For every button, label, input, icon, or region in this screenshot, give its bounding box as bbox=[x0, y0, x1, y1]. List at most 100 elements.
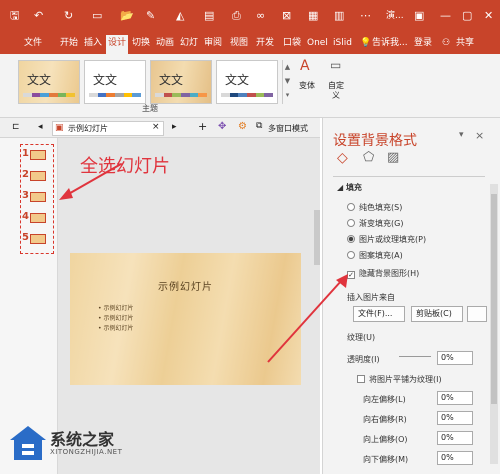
effects-icon[interactable]: ⬠ bbox=[363, 150, 374, 165]
multiwindow-icon[interactable]: ⧉ bbox=[256, 121, 262, 131]
clipboard-button[interactable]: 剪贴板(C) bbox=[411, 306, 463, 322]
align-icon[interactable]: ▦ bbox=[308, 9, 318, 23]
fill-section-header[interactable]: ◢ 填充 bbox=[337, 182, 362, 193]
offset-label: 向左偏移(L) bbox=[363, 395, 406, 404]
fill-icon[interactable]: ◇ bbox=[337, 150, 348, 166]
radio-picture[interactable] bbox=[347, 235, 355, 243]
tab-islide[interactable]: iSlid bbox=[333, 36, 352, 50]
more-icon[interactable]: ⋯ bbox=[360, 9, 371, 23]
slides-pane-icon[interactable]: ⊏ bbox=[12, 122, 20, 132]
theme-thumbnail-3[interactable]: 文文 bbox=[150, 60, 212, 104]
tab-slideshow[interactable]: 幻灯 bbox=[180, 36, 198, 50]
fill-option-pattern[interactable]: 图案填充(A) bbox=[347, 250, 403, 261]
share-button[interactable]: 共享 bbox=[456, 36, 474, 50]
theme-swatches bbox=[155, 93, 208, 97]
settings-icon[interactable]: ✥ bbox=[218, 121, 226, 132]
ribbon-tabs: 文件 开始 插入 设计 切换 动画 幻灯 审阅 视图 开发 口袋 Onel iS… bbox=[0, 32, 500, 54]
title-bar: 🖫 ↶ ↻ ▭ 📂 ✎ ◭ ▤ ⎙ ∞ ⊠ ▦ ▥ ⋯ 演... ▣ — ▢ ✕ bbox=[0, 0, 500, 32]
variant-icon[interactable]: A bbox=[300, 58, 310, 74]
chart-icon[interactable]: ▥ bbox=[334, 9, 344, 23]
tab-review[interactable]: 审阅 bbox=[204, 36, 222, 50]
crop-icon[interactable]: ⊠ bbox=[282, 9, 291, 23]
picture-icon[interactable]: ▨ bbox=[387, 150, 399, 165]
offset-input[interactable]: 0% bbox=[437, 451, 473, 465]
offset-input[interactable]: 0% bbox=[437, 431, 473, 445]
gear-icon[interactable]: ⚙ bbox=[238, 121, 247, 132]
theme-sample-text: 文文 bbox=[159, 73, 184, 87]
offset-input[interactable]: 0% bbox=[437, 391, 473, 405]
color-swatch bbox=[155, 93, 164, 97]
tab-insert[interactable]: 插入 bbox=[84, 36, 102, 50]
slideshow-icon[interactable]: ▤ bbox=[204, 9, 214, 23]
theme-sample-text: 文文 bbox=[27, 73, 52, 87]
tab-file[interactable]: 文件 bbox=[24, 36, 42, 50]
pane-close-icon[interactable]: × bbox=[475, 129, 484, 142]
online-button[interactable] bbox=[467, 306, 487, 322]
open-icon[interactable]: 📂 bbox=[120, 9, 134, 23]
tab-developer[interactable]: 开发 bbox=[256, 36, 274, 50]
document-tab-label: 示例幻灯片 bbox=[68, 124, 108, 133]
save-icon[interactable]: 🖫 bbox=[10, 9, 19, 23]
transparency-slider[interactable] bbox=[399, 356, 431, 357]
ribbon-display-icon[interactable]: ▣ bbox=[414, 9, 424, 23]
color-swatch bbox=[247, 93, 256, 97]
color-swatch bbox=[132, 93, 142, 97]
tab-scroll-right-icon[interactable]: ▸ bbox=[172, 122, 177, 132]
tab-pocket[interactable]: 口袋 bbox=[283, 36, 301, 50]
restore-button[interactable]: ▢ bbox=[462, 9, 472, 23]
custom-label-2: 义 bbox=[332, 91, 340, 100]
gallery-scroll[interactable]: ▲ ▼ ▾ bbox=[282, 60, 292, 104]
close-button[interactable]: ✕ bbox=[484, 9, 493, 23]
fill-option-picture[interactable]: 图片或纹理填充(P) bbox=[347, 234, 426, 245]
fill-option-label: 渐变填充(G) bbox=[359, 219, 404, 228]
radio-pattern[interactable] bbox=[347, 251, 355, 259]
tab-onenote[interactable]: Onel bbox=[307, 36, 328, 50]
login-link[interactable]: 登录 bbox=[414, 36, 432, 50]
shapes-icon[interactable]: ◭ bbox=[176, 9, 184, 23]
offset-input[interactable]: 0% bbox=[437, 411, 473, 425]
fill-option-gradient[interactable]: 渐变填充(G) bbox=[347, 218, 403, 229]
fill-option-label: 图案填充(A) bbox=[359, 251, 403, 260]
theme-thumbnail-2[interactable]: 文文 bbox=[84, 60, 146, 104]
theme-thumbnail-4[interactable]: 文文 bbox=[216, 60, 278, 104]
annotation-arrow-left bbox=[59, 163, 122, 200]
divider bbox=[333, 176, 485, 177]
radio-solid[interactable] bbox=[347, 203, 355, 211]
tab-view[interactable]: 视图 bbox=[230, 36, 248, 50]
file-button[interactable]: 文件(F)... bbox=[353, 306, 405, 322]
canvas-scrollbar[interactable] bbox=[314, 210, 320, 265]
pane-scrollbar[interactable] bbox=[490, 184, 498, 464]
color-swatch bbox=[23, 93, 32, 97]
transparency-input[interactable]: 0% bbox=[437, 351, 473, 365]
tell-me-search[interactable]: 告诉我... bbox=[372, 36, 408, 50]
link-icon[interactable]: ∞ bbox=[256, 9, 265, 23]
color-swatch bbox=[31, 93, 41, 97]
theme-thumbnail-1[interactable]: 文文 bbox=[18, 60, 80, 104]
variant-label[interactable]: 变体 bbox=[299, 80, 315, 91]
tile-option[interactable]: 将图片平铺为纹理(I) bbox=[357, 374, 442, 385]
undo-icon[interactable]: ↶ bbox=[34, 9, 43, 23]
close-tab-icon[interactable]: × bbox=[152, 122, 160, 132]
tab-transitions[interactable]: 切换 bbox=[132, 36, 150, 50]
hide-background-option[interactable]: ✓ 隐藏背景图形(H) bbox=[347, 268, 419, 279]
tab-scroll-left-icon[interactable]: ◂ bbox=[38, 122, 43, 132]
new-icon[interactable]: ▭ bbox=[92, 9, 102, 23]
tab-home[interactable]: 开始 bbox=[60, 36, 78, 50]
print-icon[interactable]: ⎙ bbox=[232, 9, 241, 23]
radio-gradient[interactable] bbox=[347, 219, 355, 227]
color-swatch bbox=[198, 93, 208, 97]
tile-checkbox[interactable] bbox=[357, 375, 365, 383]
slide-size-icon[interactable]: ▭ bbox=[330, 58, 341, 72]
redo-icon[interactable]: ↻ bbox=[64, 9, 73, 23]
tab-design[interactable]: 设计 bbox=[106, 35, 129, 54]
fill-option-solid[interactable]: 纯色填充(S) bbox=[347, 202, 402, 213]
minimize-button[interactable]: — bbox=[440, 9, 451, 23]
format-painter-icon[interactable]: ✎ bbox=[146, 9, 155, 23]
pane-scroll-thumb[interactable] bbox=[491, 194, 497, 404]
color-swatch bbox=[255, 93, 265, 97]
add-tab-icon[interactable]: + bbox=[198, 120, 207, 133]
pane-title: 设置背景格式 bbox=[333, 133, 417, 149]
pane-options-icon[interactable]: ▾ bbox=[459, 130, 464, 140]
multiwindow-button[interactable]: 多窗口模式 bbox=[268, 123, 308, 134]
tab-animations[interactable]: 动画 bbox=[156, 36, 174, 50]
